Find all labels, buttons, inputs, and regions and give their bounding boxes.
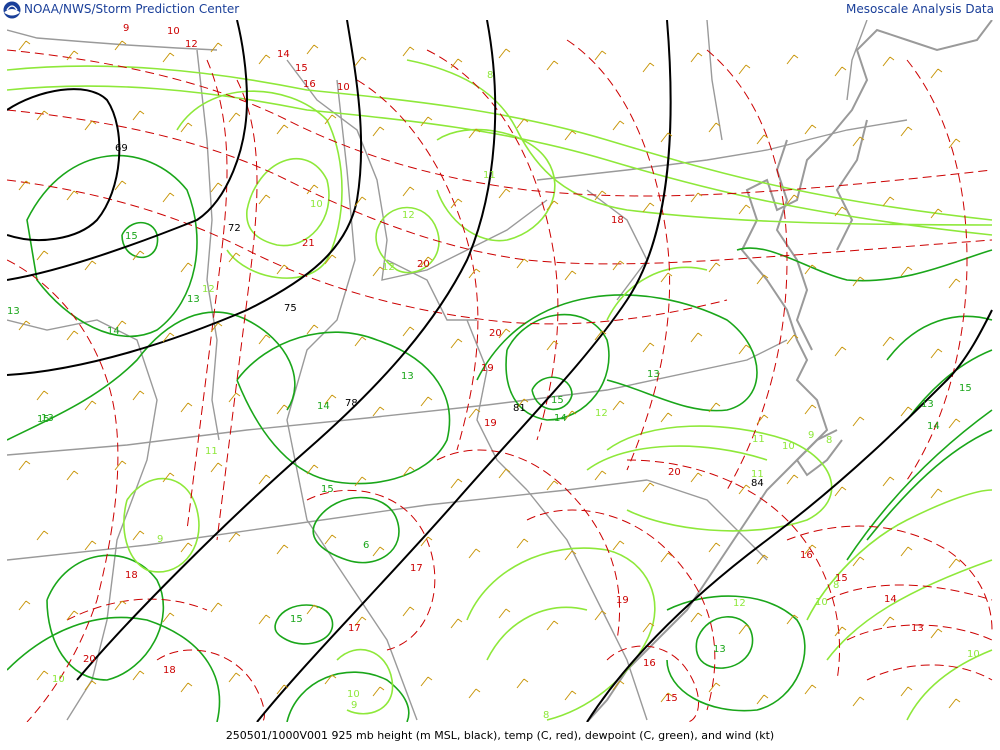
temperature-label: 20	[83, 654, 96, 665]
mesoscale-map: 69 72 75 78 81 84 9 10 12 14 15 16 10 18…	[7, 20, 993, 722]
dewpoint-label: 11	[483, 170, 496, 181]
header-bar: NOAA/NWS/Storm Prediction Center Mesosca…	[0, 0, 1000, 20]
dewpoint-label: 11	[205, 446, 218, 457]
temperature-label: 20	[417, 259, 430, 270]
dewpoint-label: 10	[52, 674, 65, 685]
temperature-label: 10	[167, 26, 180, 37]
temperature-label: 20	[489, 328, 502, 339]
dewpoint-label: 8	[543, 710, 549, 721]
dewpoint-label: 13	[41, 413, 54, 424]
height-label: 81	[513, 403, 526, 414]
temperature-label: 21	[302, 238, 315, 249]
dewpoint-label: 14	[107, 326, 120, 337]
temperature-label: 16	[303, 79, 316, 90]
temperature-label: 19	[481, 363, 494, 374]
dewpoint-label: 15	[551, 395, 564, 406]
dewpoint-label: 10	[815, 597, 828, 608]
height-label: 75	[284, 303, 297, 314]
dewpoint-label: 15	[321, 484, 334, 495]
dewpoint-label: 6	[363, 540, 369, 551]
temperature-label: 20	[668, 467, 681, 478]
dewpoint-label: 8	[833, 580, 839, 591]
dewpoint-label: 11	[751, 469, 764, 480]
height-label: 78	[345, 398, 358, 409]
dewpoint-label: 9	[157, 534, 163, 545]
dewpoint-label: 10	[310, 199, 323, 210]
dewpoint-label: 15	[290, 614, 303, 625]
dewpoint-label: 8	[826, 435, 832, 446]
temperature-label: 16	[800, 550, 813, 561]
dewpoint-label: 13	[713, 644, 726, 655]
dewpoint-label: 12	[595, 408, 608, 419]
dewpoint-label: 14	[554, 413, 567, 424]
dewpoint-label: 12	[202, 284, 215, 295]
noaa-logo-icon	[3, 1, 21, 19]
dewpoint-label: 13	[647, 369, 660, 380]
dewpoint-label: 10	[967, 649, 980, 660]
dewpoint-label: 13	[401, 371, 414, 382]
dewpoint-label: 13	[187, 294, 200, 305]
temperature-label: 18	[163, 665, 176, 676]
temperature-label: 17	[410, 563, 423, 574]
temperature-label: 13	[911, 623, 924, 634]
dewpoint-label: 13	[7, 306, 20, 317]
dewpoint-label: 13	[921, 399, 934, 410]
dewpoint-label: 8	[487, 70, 493, 81]
dewpoint-label: 12	[402, 210, 415, 221]
dewpoint-label: 9	[808, 430, 814, 441]
dewpoint-label: 15	[125, 231, 138, 242]
dewpoint-label: 14	[927, 421, 940, 432]
temperature-label: 18	[125, 570, 138, 581]
temperature-label: 18	[611, 215, 624, 226]
dewpoint-label: 15	[959, 383, 972, 394]
height-label: 72	[228, 223, 241, 234]
temperature-label: 9	[123, 23, 129, 34]
organization-title: NOAA/NWS/Storm Prediction Center	[24, 2, 240, 16]
temperature-label: 19	[616, 595, 629, 606]
dewpoint-label: 12	[733, 598, 746, 609]
dewpoint-label: 14	[317, 401, 330, 412]
temperature-label: 17	[348, 623, 361, 634]
temperature-label: 19	[484, 418, 497, 429]
dewpoint-label: 10	[347, 689, 360, 700]
temperature-label: 16	[643, 658, 656, 669]
temperature-label: 15	[665, 693, 678, 704]
temperature-label: 15	[295, 63, 308, 74]
dewpoint-label: 11	[752, 434, 765, 445]
temperature-label: 12	[185, 39, 198, 50]
temperature-label: 14	[277, 49, 290, 60]
height-label: 69	[115, 143, 128, 154]
map-caption: 250501/1000V001 925 mb height (m MSL, bl…	[225, 729, 775, 742]
dewpoint-label: 10	[782, 441, 795, 452]
product-title: Mesoscale Analysis Data	[846, 2, 994, 16]
temperature-label: 10	[337, 82, 350, 93]
dewpoint-label: 9	[351, 700, 357, 711]
temperature-label: 14	[884, 594, 897, 605]
dewpoint-label: 12	[382, 262, 395, 273]
